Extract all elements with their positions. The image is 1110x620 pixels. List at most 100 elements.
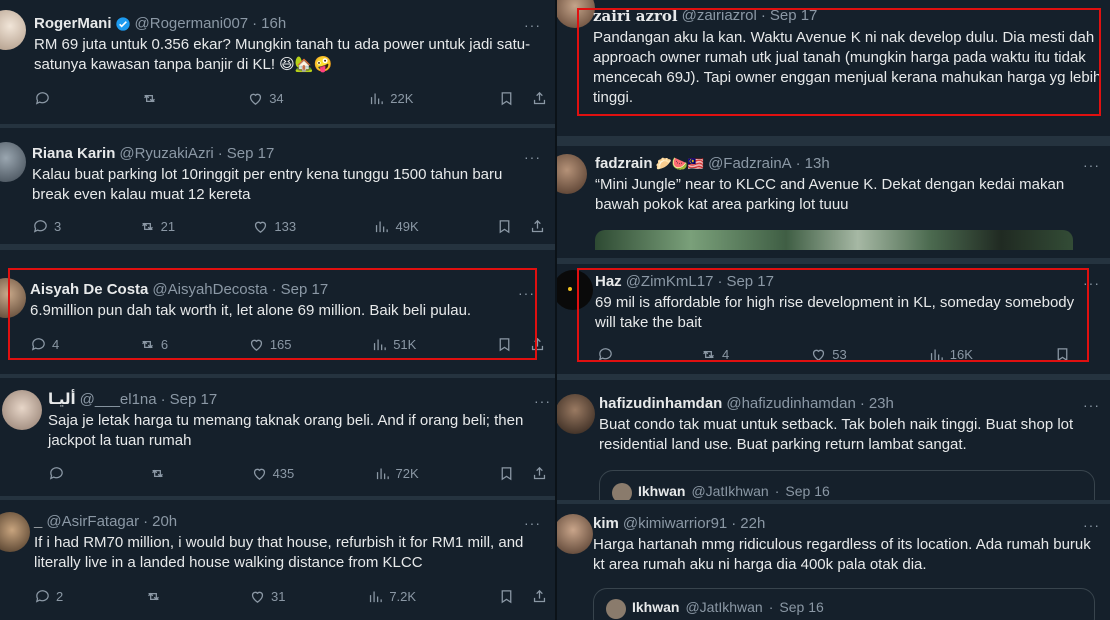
author-handle[interactable]: @RyuzakiAzri [119, 144, 213, 164]
author-handle[interactable]: @___el1na [80, 390, 157, 410]
avatar[interactable] [557, 514, 593, 554]
tweet-hafizudinhamdan[interactable]: hafizudinhamdan @hafizudinhamdan · 23h B… [557, 380, 1110, 502]
bookmark-icon[interactable] [496, 218, 513, 235]
views-button[interactable]: 22K [368, 90, 413, 107]
quoted-tweet[interactable]: Ikhwan @JatIkhwan · Sep 16 [599, 470, 1095, 502]
quoted-tweet[interactable]: Ikhwan @JatIkhwan · Sep 16 [593, 588, 1095, 620]
avatar[interactable] [557, 270, 593, 310]
author-handle[interactable]: @kimiwarrior91 [623, 514, 727, 534]
timestamp[interactable]: Sep 17 [170, 390, 218, 410]
retweet-icon [141, 340, 153, 348]
tweet-riana-karin[interactable]: Riana Karin @RyuzakiAzri · Sep 17 Kalau … [0, 128, 555, 244]
author-name[interactable]: RogerMani [34, 14, 112, 34]
tweet-haz[interactable]: Haz @ZimKmL17 · Sep 17 69 mil is afforda… [557, 264, 1110, 374]
reply-button[interactable]: 2 [34, 588, 63, 605]
like-button[interactable]: 34 [247, 90, 284, 107]
tweet-kim[interactable]: kim @kimiwarrior91 · 22h Harga hartanah … [557, 504, 1110, 620]
author-handle[interactable]: @Rogermani007 [135, 14, 249, 34]
share-icon[interactable] [531, 465, 548, 482]
tweet-fadzrain[interactable]: fadzrain 🥟🍉🇲🇾 @FadzrainA · 13h “Mini Jun… [557, 146, 1110, 258]
reply-button[interactable]: 4 [30, 336, 59, 353]
timestamp[interactable]: 16h [261, 14, 286, 34]
bookmark-icon[interactable] [498, 588, 515, 605]
author-handle[interactable]: @FadzrainA [708, 154, 792, 174]
views-button[interactable]: 16K [928, 346, 973, 363]
timestamp[interactable]: 22h [740, 514, 765, 534]
retweet-button[interactable] [145, 588, 167, 605]
timestamp[interactable]: 20h [152, 512, 177, 532]
retweet-icon [152, 469, 164, 477]
reply-button[interactable] [48, 465, 70, 482]
share-icon[interactable] [529, 218, 546, 235]
bookmark-icon[interactable] [498, 90, 515, 107]
retweet-button[interactable] [141, 90, 163, 107]
retweet-button[interactable] [149, 465, 171, 482]
timestamp[interactable]: Sep 17 [227, 144, 275, 164]
views-button[interactable]: 7.2K [367, 588, 416, 605]
more-icon[interactable]: ··· [1083, 276, 1100, 290]
tweet-elina[interactable]: أليـا @___el1na · Sep 17 Saja je letak h… [0, 378, 555, 496]
reply-button[interactable]: 3 [32, 218, 61, 235]
separator-dot: · [768, 599, 774, 615]
avatar[interactable] [0, 10, 26, 50]
author-handle[interactable]: @ZimKmL17 [626, 272, 714, 292]
more-icon[interactable]: ··· [1083, 518, 1100, 532]
avatar[interactable] [0, 142, 26, 182]
views-button[interactable]: 51K [371, 336, 416, 353]
avatar[interactable] [557, 394, 595, 434]
author-name[interactable]: _ [34, 512, 42, 532]
bookmark-icon[interactable] [496, 336, 513, 353]
views-button[interactable]: 72K [374, 465, 419, 482]
like-button[interactable]: 53 [810, 346, 847, 363]
retweet-button[interactable]: 21 [139, 218, 175, 235]
more-icon[interactable]: ··· [524, 18, 541, 32]
like-button[interactable]: 31 [249, 588, 285, 605]
retweet-button[interactable]: 6 [139, 336, 168, 353]
avatar[interactable] [557, 154, 587, 194]
like-button[interactable]: 165 [248, 336, 292, 353]
tweet-rogermani[interactable]: RogerMani @Rogermani007 · 16h RM 69 juta… [0, 0, 555, 124]
author-handle[interactable]: @hafizudinhamdan [726, 394, 855, 414]
more-icon[interactable]: ··· [1083, 158, 1100, 172]
more-icon[interactable]: ··· [518, 286, 535, 300]
avatar[interactable] [0, 512, 30, 552]
more-icon[interactable]: ··· [524, 516, 541, 530]
avatar[interactable] [0, 278, 26, 318]
author-name[interactable]: Riana Karin [32, 144, 115, 164]
timestamp[interactable]: 13h [805, 154, 830, 174]
more-icon[interactable]: ··· [1083, 398, 1100, 412]
timestamp[interactable]: 23h [869, 394, 894, 414]
author-handle[interactable]: @zairiazrol [682, 6, 757, 26]
author-name[interactable]: Aisyah De Costa [30, 280, 148, 300]
tweet-zairi-azrol[interactable]: zairi azrol @zairiazrol · Sep 17 Pandang… [557, 0, 1110, 136]
author-handle[interactable]: @AisyahDecosta [152, 280, 267, 300]
tweet-asirfatagar[interactable]: _ @AsirFatagar · 20h If i had RM70 milli… [0, 500, 555, 620]
bookmark-icon[interactable] [1054, 346, 1071, 363]
tweet-aisyah-de-costa[interactable]: Aisyah De Costa @AisyahDecosta · Sep 17 … [0, 250, 555, 374]
reply-button[interactable] [34, 90, 56, 107]
avatar[interactable] [2, 390, 42, 430]
reply-button[interactable] [597, 346, 619, 363]
author-name[interactable]: kim [593, 514, 619, 534]
more-icon[interactable]: ··· [524, 150, 541, 164]
author-name[interactable]: zairi azrol [593, 6, 678, 26]
author-name[interactable]: fadzrain [595, 154, 653, 174]
like-button[interactable]: 435 [251, 465, 294, 482]
author-name[interactable]: Haz [595, 272, 622, 292]
more-icon[interactable]: ··· [534, 394, 551, 408]
bookmark-icon[interactable] [498, 465, 515, 482]
share-icon[interactable] [529, 336, 546, 353]
timestamp[interactable]: Sep 17 [770, 6, 818, 26]
tweet-image[interactable] [595, 230, 1073, 250]
avatar[interactable] [557, 0, 595, 28]
author-name[interactable]: hafizudinhamdan [599, 394, 722, 414]
timestamp[interactable]: Sep 17 [281, 280, 329, 300]
share-icon[interactable] [531, 588, 548, 605]
timestamp[interactable]: Sep 17 [726, 272, 774, 292]
views-button[interactable]: 49K [373, 218, 419, 235]
like-button[interactable]: 133 [252, 218, 296, 235]
author-handle[interactable]: @AsirFatagar [46, 512, 139, 532]
share-icon[interactable] [531, 90, 548, 107]
author-name[interactable]: أليـا [48, 390, 76, 410]
retweet-button[interactable]: 4 [700, 346, 729, 363]
